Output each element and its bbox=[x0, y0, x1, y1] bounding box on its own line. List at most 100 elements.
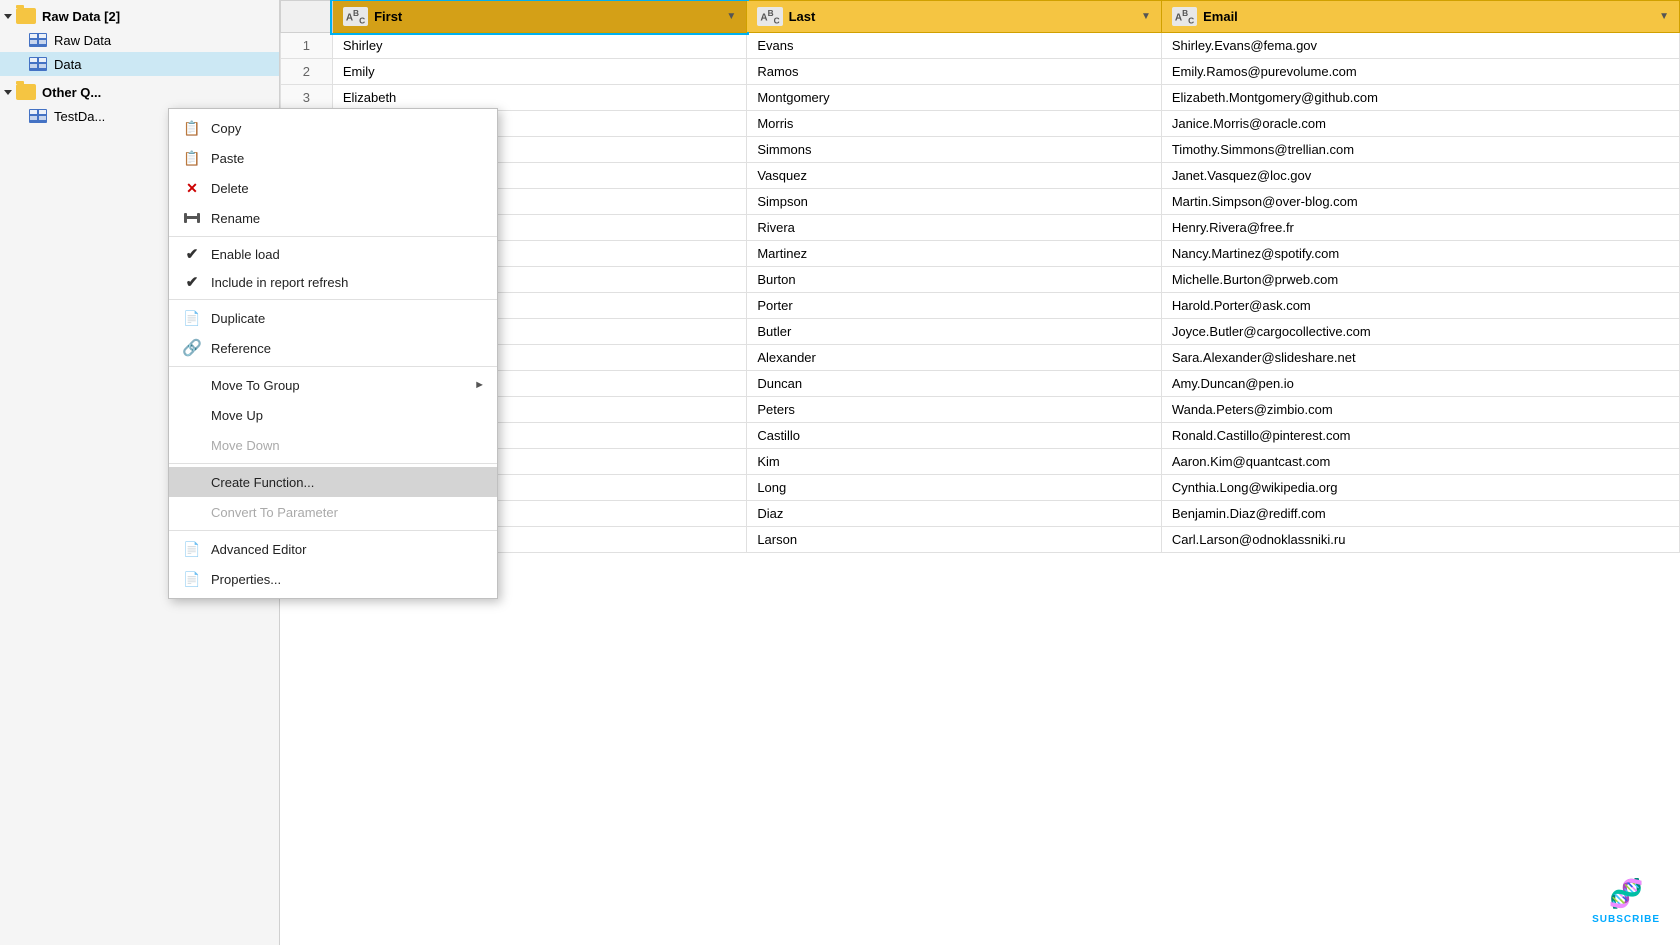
sidebar-item-rawdata-label: Raw Data bbox=[54, 33, 111, 48]
menu-item-move-up[interactable]: Move Up bbox=[169, 400, 497, 430]
cell-email: Amy.Duncan@pen.io bbox=[1161, 371, 1679, 397]
menu-label-advanced-editor: Advanced Editor bbox=[211, 542, 306, 557]
cell-email: Martin.Simpson@over-blog.com bbox=[1161, 189, 1679, 215]
menu-item-reference[interactable]: 🔗Reference bbox=[169, 333, 497, 363]
menu-label-rename: Rename bbox=[211, 211, 260, 226]
menu-item-delete[interactable]: ✕ Delete bbox=[169, 173, 497, 203]
menu-item-rename[interactable]: Rename bbox=[169, 203, 497, 233]
sidebar-item-data[interactable]: Data bbox=[0, 52, 279, 76]
menu-label-move-to-group: Move To Group bbox=[211, 378, 300, 393]
cell-last: Rivera bbox=[747, 215, 1162, 241]
cell-last: Butler bbox=[747, 319, 1162, 345]
subscribe-badge: 🧬 SUBSCRIBE bbox=[1592, 877, 1660, 925]
cell-last: Larson bbox=[747, 527, 1162, 553]
cell-email: Sara.Alexander@slideshare.net bbox=[1161, 345, 1679, 371]
cell-last: Ramos bbox=[747, 59, 1162, 85]
cell-email: Henry.Rivera@free.fr bbox=[1161, 215, 1679, 241]
menu-item-copy[interactable]: 📋Copy bbox=[169, 113, 497, 143]
cell-last: Castillo bbox=[747, 423, 1162, 449]
cell-email: Harold.Porter@ask.com bbox=[1161, 293, 1679, 319]
cell-last: Simpson bbox=[747, 189, 1162, 215]
menu-item-include-refresh[interactable]: ✔Include in report refresh bbox=[169, 268, 497, 296]
cell-last: Martinez bbox=[747, 241, 1162, 267]
col-label-first: First bbox=[374, 9, 402, 24]
menu-item-move-down: Move Down bbox=[169, 430, 497, 460]
no-icon-convert-to-parameter bbox=[181, 502, 203, 522]
cell-email: Nancy.Martinez@spotify.com bbox=[1161, 241, 1679, 267]
table-row: 2 Emily Ramos Emily.Ramos@purevolume.com bbox=[281, 59, 1680, 85]
cell-last: Evans bbox=[747, 33, 1162, 59]
menu-label-copy: Copy bbox=[211, 121, 241, 136]
cell-email: Ronald.Castillo@pinterest.com bbox=[1161, 423, 1679, 449]
cell-email: Benjamin.Diaz@rediff.com bbox=[1161, 501, 1679, 527]
cell-email: Elizabeth.Montgomery@github.com bbox=[1161, 85, 1679, 111]
cell-email: Joyce.Butler@cargocollective.com bbox=[1161, 319, 1679, 345]
col-header-first[interactable]: ABC First ▼ bbox=[332, 1, 747, 33]
cell-last: Alexander bbox=[747, 345, 1162, 371]
separator-after-convert-to-parameter bbox=[169, 530, 497, 531]
menu-item-properties[interactable]: 📄Properties... bbox=[169, 564, 497, 594]
menu-label-move-up: Move Up bbox=[211, 408, 263, 423]
col-label-last: Last bbox=[789, 9, 816, 24]
menu-item-create-function[interactable]: Create Function... bbox=[169, 467, 497, 497]
sidebar-item-testdata-label: TestDa... bbox=[54, 109, 105, 124]
menu-item-move-to-group[interactable]: Move To Group ► bbox=[169, 370, 497, 400]
abc-type-first: ABC bbox=[343, 7, 368, 26]
cell-last: Duncan bbox=[747, 371, 1162, 397]
sidebar-item-rawdata[interactable]: Raw Data bbox=[0, 28, 279, 52]
col-header-last[interactable]: ABC Last ▼ bbox=[747, 1, 1162, 33]
rename-icon bbox=[181, 208, 203, 228]
abc-type-email: ABC bbox=[1172, 7, 1197, 26]
dropdown-arrow-first[interactable]: ▼ bbox=[726, 11, 736, 22]
context-menu: 📋Copy📋Paste✕Delete Rename✔Enable load✔In… bbox=[168, 108, 498, 599]
expand-icon-rawdata bbox=[4, 14, 12, 19]
table-row: 1 Shirley Evans Shirley.Evans@fema.gov bbox=[281, 33, 1680, 59]
cell-first: Emily bbox=[332, 59, 747, 85]
cell-email: Janet.Vasquez@loc.gov bbox=[1161, 163, 1679, 189]
icon-duplicate: 📄 bbox=[181, 308, 203, 328]
no-icon-move-up bbox=[181, 405, 203, 425]
cell-first: Shirley bbox=[332, 33, 747, 59]
separator-after-rename bbox=[169, 236, 497, 237]
cell-last: Montgomery bbox=[747, 85, 1162, 111]
menu-label-duplicate: Duplicate bbox=[211, 311, 265, 326]
cell-email: Janice.Morris@oracle.com bbox=[1161, 111, 1679, 137]
menu-item-advanced-editor[interactable]: 📄Advanced Editor bbox=[169, 534, 497, 564]
group-label-other: Other Q... bbox=[42, 85, 101, 100]
dropdown-arrow-email[interactable]: ▼ bbox=[1659, 11, 1669, 22]
row-num-cell: 3 bbox=[281, 85, 333, 111]
dna-icon: 🧬 bbox=[1609, 877, 1644, 910]
menu-item-duplicate[interactable]: 📄 Duplicate bbox=[169, 303, 497, 333]
col-label-email: Email bbox=[1203, 9, 1238, 24]
cell-email: Emily.Ramos@purevolume.com bbox=[1161, 59, 1679, 85]
menu-item-paste[interactable]: 📋Paste bbox=[169, 143, 497, 173]
dropdown-arrow-last[interactable]: ▼ bbox=[1141, 11, 1151, 22]
submenu-arrow-move-to-group: ► bbox=[474, 379, 485, 391]
cell-last: Kim bbox=[747, 449, 1162, 475]
cell-email: Aaron.Kim@quantcast.com bbox=[1161, 449, 1679, 475]
menu-item-convert-to-parameter: Convert To Parameter bbox=[169, 497, 497, 527]
reference-icon: 🔗 bbox=[181, 338, 203, 358]
cell-email: Cynthia.Long@wikipedia.org bbox=[1161, 475, 1679, 501]
cell-last: Peters bbox=[747, 397, 1162, 423]
menu-label-enable-load: Enable load bbox=[211, 247, 280, 262]
menu-item-enable-load[interactable]: ✔ Enable load bbox=[169, 240, 497, 268]
no-icon-move-down bbox=[181, 435, 203, 455]
separator-after-include-refresh bbox=[169, 299, 497, 300]
col-header-email[interactable]: ABC Email ▼ bbox=[1161, 1, 1679, 33]
delete-icon: ✕ bbox=[181, 178, 203, 198]
table-icon-rawdata bbox=[28, 32, 48, 48]
cell-email: Shirley.Evans@fema.gov bbox=[1161, 33, 1679, 59]
cell-email: Michelle.Burton@prweb.com bbox=[1161, 267, 1679, 293]
group-label-rawdata: Raw Data [2] bbox=[42, 9, 120, 24]
table-icon-testdata bbox=[28, 108, 48, 124]
icon-paste: 📋 bbox=[181, 148, 203, 168]
abc-type-last: ABC bbox=[757, 7, 782, 26]
table-icon-data bbox=[28, 56, 48, 72]
check-icon-enable-load: ✔ bbox=[181, 245, 203, 263]
sidebar-group-other[interactable]: Other Q... bbox=[0, 80, 279, 104]
sidebar-group-rawdata[interactable]: Raw Data [2] bbox=[0, 4, 279, 28]
row-num-header bbox=[281, 1, 333, 33]
row-num-cell: 2 bbox=[281, 59, 333, 85]
menu-label-delete: Delete bbox=[211, 181, 249, 196]
